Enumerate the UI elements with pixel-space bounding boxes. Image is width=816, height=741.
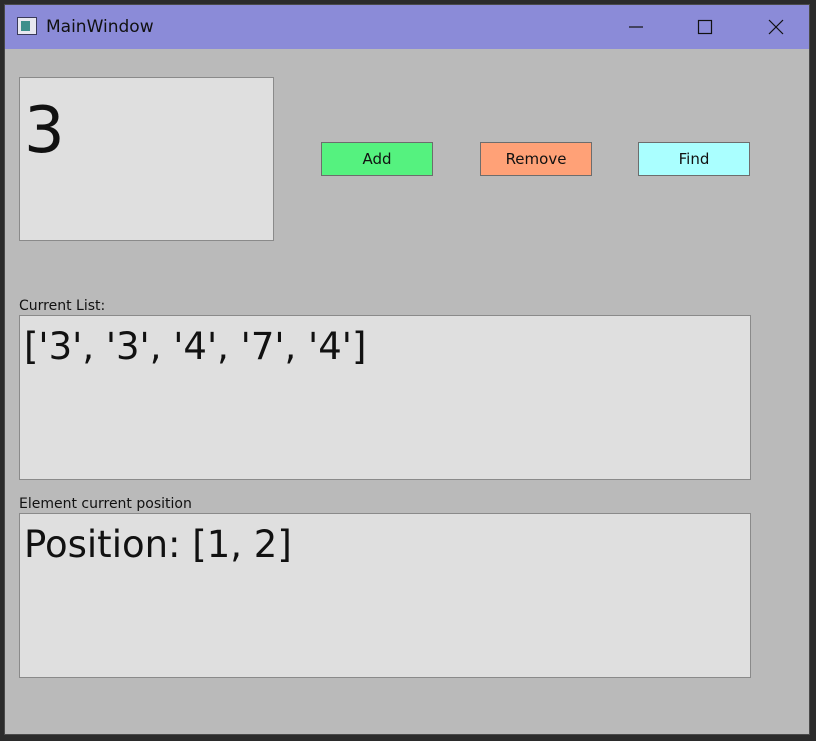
current-list-value: ['3', '3', '4', '7', '4'] [24,325,367,368]
main-window: MainWindow 3 Add Remove Find Current Lis… [4,4,810,735]
input-display[interactable]: 3 [19,77,274,241]
current-list-label: Current List: [19,298,106,314]
minimize-icon [629,26,643,28]
remove-button[interactable]: Remove [480,142,592,176]
position-box: Position: [1, 2] [19,513,751,678]
find-button[interactable]: Find [638,142,750,176]
position-value: Position: [1, 2] [24,523,292,566]
position-label: Element current position [19,496,192,512]
close-button[interactable] [753,5,799,49]
minimize-button[interactable] [613,5,659,49]
current-list-box: ['3', '3', '4', '7', '4'] [19,315,751,480]
maximize-icon [697,19,713,35]
add-button[interactable]: Add [321,142,433,176]
title-bar[interactable]: MainWindow [5,5,809,49]
window-title: MainWindow [46,17,154,37]
app-icon [17,17,37,35]
maximize-button[interactable] [682,5,728,49]
close-icon [768,19,784,35]
input-value: 3 [24,94,65,168]
